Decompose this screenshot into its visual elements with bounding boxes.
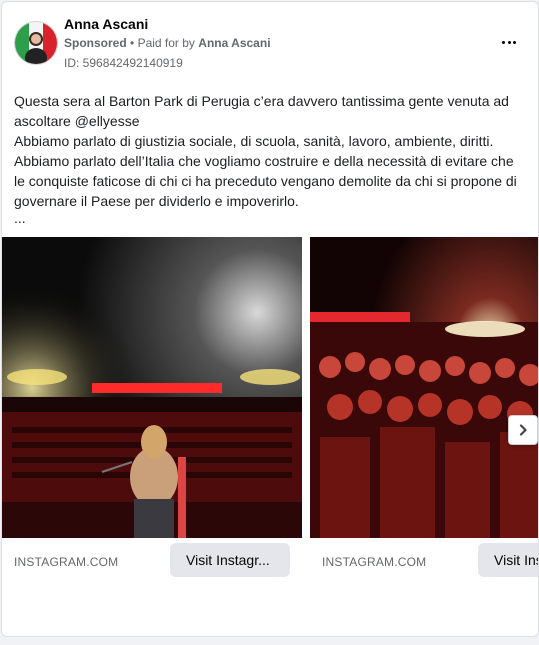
post-line-1: Questa sera al Barton Park di Perugia c’… [14, 93, 509, 129]
carousel-card[interactable]: INSTAGRAM.COM Visit Ins [310, 237, 538, 597]
chevron-right-icon [519, 424, 527, 436]
post-text: Questa sera al Barton Park di Perugia c’… [14, 91, 524, 211]
carousel-next-button[interactable] [508, 415, 538, 445]
page-avatar[interactable] [14, 21, 58, 65]
visit-instagram-button[interactable]: Visit Ins [478, 543, 538, 577]
ad-card: Anna Ascani Sponsored • Paid for by Anna… [1, 1, 539, 637]
carousel: INSTAGRAM.COM Visit Instagr... INSTAGRAM… [2, 237, 538, 597]
link-domain: INSTAGRAM.COM [322, 555, 427, 569]
sponsored-meta: Sponsored • Paid for by Anna Ascani [64, 36, 271, 50]
post-line-2: Abbiamo parlato di giustizia sociale, di… [14, 133, 517, 209]
ad-id: ID: 596842492140919 [64, 56, 183, 70]
page-name[interactable]: Anna Ascani [64, 16, 148, 32]
see-more-ellipsis[interactable]: ... [14, 210, 26, 226]
carousel-image[interactable] [310, 237, 538, 538]
meta-separator: • [130, 36, 135, 50]
visit-instagram-button[interactable]: Visit Instagr... [170, 543, 290, 577]
sponsored-label: Sponsored [64, 36, 127, 50]
paid-for-prefix: Paid for by [137, 36, 195, 50]
carousel-image[interactable] [2, 237, 302, 538]
link-domain: INSTAGRAM.COM [14, 555, 119, 569]
more-options-icon[interactable] [498, 32, 520, 52]
carousel-card[interactable]: INSTAGRAM.COM Visit Instagr... [2, 237, 302, 597]
paid-for-name: Anna Ascani [198, 36, 271, 50]
